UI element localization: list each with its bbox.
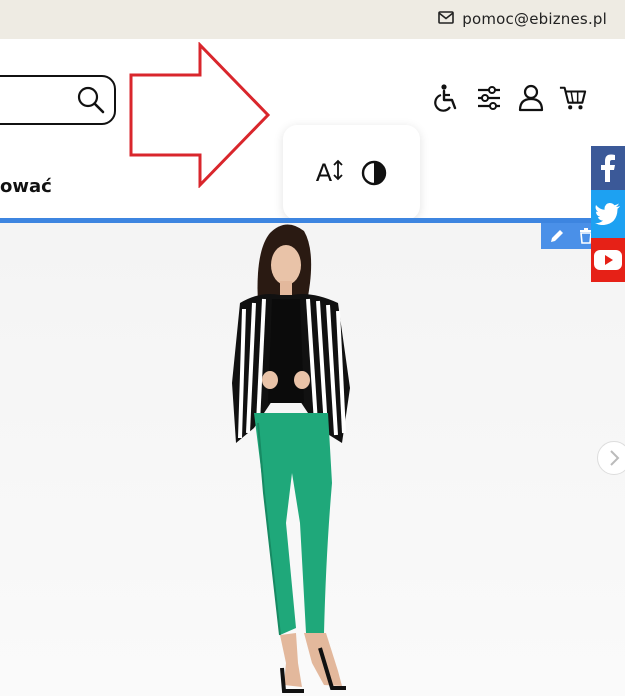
youtube-icon[interactable] [591, 238, 625, 282]
envelope-icon [438, 9, 455, 28]
red-arrow-annotation [128, 41, 273, 192]
social-sidebar [591, 146, 625, 282]
contrast-icon[interactable] [361, 160, 387, 186]
chevron-right-icon [610, 450, 620, 466]
model-photo [232, 224, 350, 693]
accessibility-popup: A [283, 125, 420, 220]
font-size-icon[interactable]: A [316, 159, 343, 187]
search-icon[interactable] [76, 85, 106, 119]
wheelchair-icon[interactable] [433, 83, 461, 113]
twitter-icon[interactable] [591, 190, 625, 238]
pencil-icon[interactable] [549, 228, 565, 244]
facebook-icon[interactable] [591, 146, 625, 190]
cart-icon[interactable] [559, 83, 587, 113]
contact-email[interactable]: pomoc@ebiznes.pl [438, 9, 607, 28]
nav-item-partial[interactable]: ować [0, 176, 52, 197]
hero-slider [0, 223, 625, 696]
top-bar: pomoc@ebiznes.pl [0, 0, 625, 39]
user-icon[interactable] [517, 83, 545, 113]
header-icons [433, 83, 587, 113]
sliders-icon[interactable] [475, 83, 503, 113]
email-text: pomoc@ebiznes.pl [462, 9, 607, 28]
search-input[interactable] [0, 75, 116, 125]
slider-next-button[interactable] [597, 441, 625, 475]
